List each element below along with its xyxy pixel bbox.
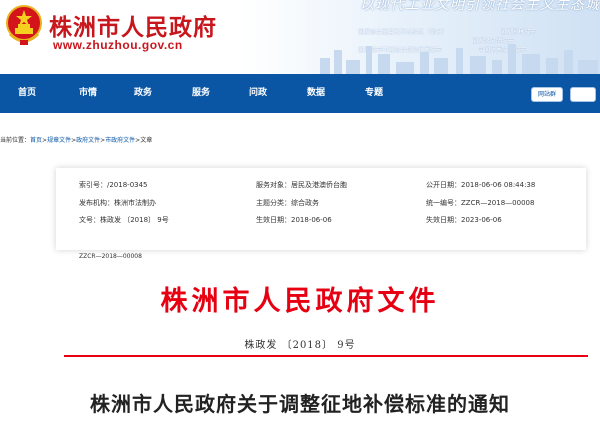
meta-issuer: 发布机构：株洲市法制办 bbox=[79, 199, 156, 207]
document-meta-box: 索引号：/2018-0345 服务对象：居民及港澳侨台胞 公开日期：2018-0… bbox=[56, 168, 586, 250]
meta-service-target: 服务对象：居民及港澳侨台胞 bbox=[256, 181, 347, 189]
site-slogan: 以现代工业文明引领社会主义生态城 bbox=[360, 0, 600, 13]
city-skyline-graphic bbox=[320, 44, 598, 74]
breadcrumb-item[interactable]: 市政府文件 bbox=[105, 137, 135, 144]
national-emblem-icon bbox=[6, 5, 42, 45]
breadcrumb-item[interactable]: 首页 bbox=[30, 137, 42, 144]
breadcrumb-item[interactable]: 规章文件 bbox=[47, 137, 71, 144]
nav-item-services[interactable]: 服务 bbox=[192, 74, 210, 113]
nav-item-government-affairs[interactable]: 政务 bbox=[134, 74, 152, 113]
meta-index-no: 索引号：/2018-0345 bbox=[79, 181, 148, 189]
nav-item-home[interactable]: 首页 bbox=[18, 74, 36, 113]
site-group-button[interactable]: 网站群 bbox=[531, 87, 563, 102]
breadcrumb-label: 当前位置： bbox=[0, 137, 31, 144]
site-title[interactable]: 株洲市人民政府 bbox=[49, 8, 217, 42]
meta-subject: 主题分类：综合政务 bbox=[256, 199, 319, 207]
nav-item-topics[interactable]: 专题 bbox=[365, 74, 383, 113]
meta-expire-date: 失效日期：2023-06-06 bbox=[426, 216, 502, 224]
breadcrumb-item[interactable]: 政府文件 bbox=[76, 137, 100, 144]
nav-item-data[interactable]: 数据 bbox=[307, 74, 325, 113]
site-header: 株洲市人民政府 www.zhuzhou.gov.cn 以现代工业文明引领社会主义… bbox=[0, 0, 600, 74]
meta-doc-no: 文号：株政发 〔2018〕 9号 bbox=[79, 216, 169, 224]
document-number: 株政发 〔2018〕 9号 bbox=[244, 340, 356, 351]
document-header: 株洲市人民政府文件 bbox=[160, 286, 440, 317]
breadcrumb-current: 文章 bbox=[140, 137, 153, 144]
main-nav: 首页 市情 政务 服务 问政 数据 专题 网站群 bbox=[0, 74, 600, 113]
meta-unified-no: 统一编号：ZZCR—2018—00008 bbox=[426, 199, 535, 207]
document-title: 株洲市人民政府关于调整征地补偿标准的通知 bbox=[90, 392, 510, 416]
honor-text: 国家园林城市 bbox=[500, 29, 537, 36]
nav-extra-button[interactable] bbox=[570, 87, 596, 102]
honor-text: 国家综合配套改革试验区（部分） bbox=[358, 29, 449, 36]
document-code: ZZCR—2018—00008 bbox=[79, 253, 142, 260]
nav-item-inquiry[interactable]: 问政 bbox=[249, 74, 267, 113]
meta-publish-date: 公开日期：2018-06-06 08:44:38 bbox=[426, 181, 536, 189]
meta-effective-date: 生效日期：2018-06-06 bbox=[256, 216, 332, 224]
site-url[interactable]: www.zhuzhou.gov.cn bbox=[53, 38, 183, 52]
nav-item-city-info[interactable]: 市情 bbox=[79, 74, 97, 113]
red-divider bbox=[64, 355, 588, 357]
breadcrumb: 当前位置：首页>规章文件>政府文件>市政府文件>文章 bbox=[0, 137, 153, 144]
